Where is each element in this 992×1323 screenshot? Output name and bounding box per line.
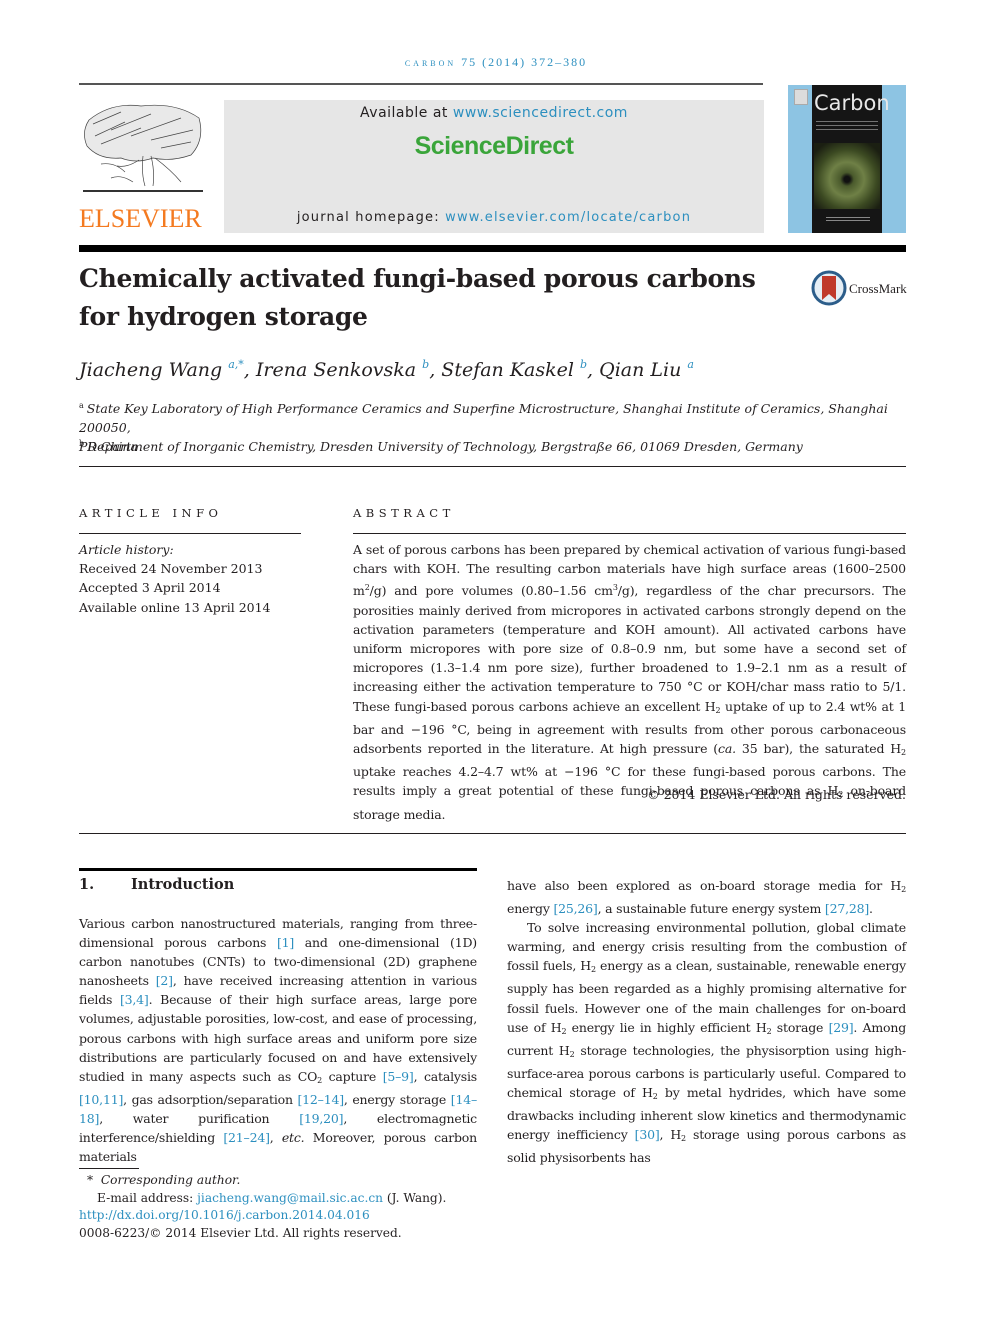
section-heading-introduction: 1. Introduction xyxy=(79,876,234,893)
abstract-heading: ABSTRACT xyxy=(353,506,455,520)
author-separator: , xyxy=(587,359,600,381)
abstract-end-rule xyxy=(79,833,906,834)
affiliation-text: Department of Inorganic Chemistry, Dresd… xyxy=(87,439,803,454)
author[interactable]: Irena Senkovska b xyxy=(255,358,429,381)
available-prefix: Available at xyxy=(360,105,453,121)
email-link[interactable]: jiacheng.wang@mail.sic.ac.cn xyxy=(197,1191,383,1205)
received-date: Received 24 November 2013 xyxy=(79,561,263,577)
citation-link[interactable]: [19,20] xyxy=(299,1111,343,1126)
intro-paragraph-2: To solve increasing environmental pollut… xyxy=(507,920,907,1166)
citation-link[interactable]: [2] xyxy=(156,973,173,988)
article-history: Article history: Received 24 November 20… xyxy=(79,540,271,617)
citation-link[interactable]: [30] xyxy=(635,1127,660,1142)
author-separator: , xyxy=(429,359,442,381)
section-number: 1. xyxy=(79,876,95,893)
cover-image xyxy=(814,143,880,209)
author-name: Jiacheng Wang xyxy=(79,359,223,381)
homepage-prefix: journal homepage: xyxy=(296,210,446,225)
citation-link[interactable]: [3,4] xyxy=(120,992,149,1007)
elsevier-tree-icon xyxy=(83,104,203,192)
author-list: Jiacheng Wang a,*, Irena Senkovska b, St… xyxy=(79,358,694,381)
masthead-rule xyxy=(79,245,906,252)
article-info-heading: ARTICLE INFO xyxy=(79,506,223,520)
cover-footer xyxy=(826,217,870,223)
author[interactable]: Stefan Kaskel b xyxy=(441,358,587,381)
article-title: Chemically activated fungi-based porous … xyxy=(79,260,779,336)
journal-homepage-link[interactable]: www.elsevier.com/locate/carbon xyxy=(445,210,691,225)
affiliation-mark: b xyxy=(79,439,85,448)
citation-link[interactable]: [25,26] xyxy=(553,901,597,916)
citation-link[interactable]: [21–24] xyxy=(223,1130,270,1145)
author-affiliation-mark[interactable]: a xyxy=(687,358,694,371)
cover-title: Carbon xyxy=(814,91,890,115)
author[interactable]: Jiacheng Wang a,* xyxy=(79,358,244,381)
author[interactable]: Qian Liu a xyxy=(599,358,694,381)
intro-paragraph-1-cont: have also been explored as on-board stor… xyxy=(507,878,906,917)
title-line-1: Chemically activated fungi-based porous … xyxy=(79,264,756,293)
author-name: Stefan Kaskel xyxy=(441,359,574,381)
author-affiliation-mark[interactable]: a,* xyxy=(228,358,244,371)
cover-subtitle xyxy=(816,121,878,133)
elsevier-logo: ELSEVIER xyxy=(79,100,219,235)
author-name: Qian Liu xyxy=(599,359,682,381)
citation-link[interactable]: [12–14] xyxy=(297,1092,344,1107)
author-name: Irena Senkovska xyxy=(255,359,417,381)
article-info-rule xyxy=(79,533,301,534)
history-label: Article history: xyxy=(79,542,174,557)
sciencedirect-banner: Available at www.sciencedirect.com Scien… xyxy=(224,100,764,233)
intro-paragraph-1: Various carbon nanostructured materials,… xyxy=(79,916,478,1165)
citation-link[interactable]: [5–9] xyxy=(383,1069,414,1084)
section-rule xyxy=(79,868,477,871)
email-line: E-mail address: jiacheng.wang@mail.sic.a… xyxy=(97,1190,447,1205)
cover-elsevier-badge xyxy=(794,89,808,105)
sciencedirect-logo: ScienceDirect xyxy=(414,132,574,160)
author-affiliation-mark[interactable]: b xyxy=(580,358,587,371)
crossmark-icon xyxy=(811,270,847,306)
abstract-rule xyxy=(353,533,906,534)
footnote-rule xyxy=(79,1168,139,1169)
journal-name: carbon xyxy=(404,55,457,69)
online-date: Available online 13 April 2014 xyxy=(79,599,271,615)
journal-homepage: journal homepage: www.elsevier.com/locat… xyxy=(224,210,764,225)
affiliation-text: State Key Laboratory of High Performance… xyxy=(79,401,888,435)
affiliation-rule xyxy=(79,466,906,467)
journal-citation: 75 (2014) 372–380 xyxy=(461,55,588,69)
author-separator: , xyxy=(243,359,256,381)
section-title: Introduction xyxy=(131,876,235,893)
title-line-2: for hydrogen storage xyxy=(79,302,368,331)
citation-link[interactable]: [27,28] xyxy=(825,901,869,916)
intro-right-column: have also been explored as on-board stor… xyxy=(507,876,906,1167)
crossmark-label: CrossMark xyxy=(849,281,907,296)
issn-copyright: 0008-6223/© 2014 Elsevier Ltd. All right… xyxy=(79,1225,402,1240)
elsevier-wordmark: ELSEVIER xyxy=(79,204,202,233)
corresponding-author-note: * Corresponding author. xyxy=(87,1173,241,1187)
accepted-date: Accepted 3 April 2014 xyxy=(79,580,221,596)
affiliation-b: b Department of Inorganic Chemistry, Dres… xyxy=(79,434,909,456)
citation-link[interactable]: [10,11] xyxy=(79,1092,123,1107)
available-at: Available at www.sciencedirect.com xyxy=(224,105,764,121)
affiliation-mark: a xyxy=(79,401,84,410)
abstract-copyright: © 2014 Elsevier Ltd. All rights reserved… xyxy=(647,787,906,802)
abstract-text: A set of porous carbons has been prepare… xyxy=(353,542,907,822)
running-header: carbon 75 (2014) 372–380 xyxy=(0,55,992,70)
citation-link[interactable]: [1] xyxy=(277,935,294,950)
doi-link[interactable]: http://dx.doi.org/10.1016/j.carbon.2014.… xyxy=(79,1207,446,1225)
journal-cover: Carbon xyxy=(788,85,906,233)
header-rule xyxy=(79,83,763,85)
crossmark-button[interactable]: CrossMark xyxy=(811,270,911,306)
sciencedirect-link[interactable]: www.sciencedirect.com xyxy=(453,105,628,121)
citation-link[interactable]: [29] xyxy=(829,1020,854,1035)
footnotes: * Corresponding author. E-mail address: … xyxy=(79,1172,446,1242)
